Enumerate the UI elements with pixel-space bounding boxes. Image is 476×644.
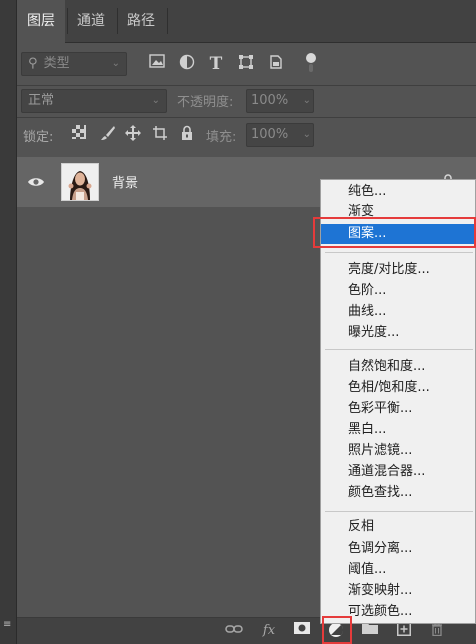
shape-filter-icon[interactable]	[236, 54, 256, 74]
menu-divider	[325, 349, 473, 350]
menu-item-gradient-map[interactable]: 渐变映射...	[321, 581, 475, 601]
layer-style-fx-icon[interactable]: fx	[259, 622, 279, 640]
new-group-folder-icon[interactable]	[360, 622, 380, 640]
opacity-label: 不透明度:	[177, 95, 234, 110]
menu-item-invert[interactable]: 反相	[321, 517, 475, 537]
delete-layer-trash-icon[interactable]	[427, 622, 447, 640]
filter-kind-select[interactable]: ⚲ 类型 ⌄	[21, 52, 127, 76]
lock-position-icon[interactable]	[123, 125, 143, 145]
chevron-down-icon: ⌄	[111, 58, 120, 69]
menu-divider	[325, 252, 473, 253]
layer-thumbnail	[61, 163, 99, 201]
image-filter-icon[interactable]	[147, 54, 167, 74]
lock-label: 锁定:	[23, 130, 54, 145]
new-layer-icon[interactable]	[394, 622, 414, 640]
annotation-highlight-pattern	[313, 217, 476, 248]
menu-item-threshold[interactable]: 阈值...	[321, 560, 475, 580]
lock-transparent-pixels-icon[interactable]	[69, 125, 89, 145]
add-mask-icon[interactable]	[292, 622, 312, 640]
lock-image-pixels-icon[interactable]	[98, 125, 118, 145]
menu-item-hue-saturation[interactable]: 色相/饱和度...	[321, 378, 475, 398]
filter-toggle-icon[interactable]	[301, 52, 321, 72]
visibility-eye-icon[interactable]	[27, 174, 45, 190]
menu-item-black-white[interactable]: 黑白...	[321, 420, 475, 440]
menu-item-posterize[interactable]: 色调分离...	[321, 539, 475, 559]
menu-item-vibrance[interactable]: 自然饱和度...	[321, 357, 475, 377]
menu-item-color-balance[interactable]: 色彩平衡...	[321, 399, 475, 419]
menu-icon[interactable]: ≡	[3, 619, 11, 630]
adjustment-filter-icon[interactable]	[177, 54, 197, 74]
chevron-down-icon: ⌄	[151, 95, 160, 106]
tab-divider	[167, 8, 168, 34]
link-layers-icon[interactable]	[224, 622, 244, 640]
lock-artboard-icon[interactable]	[150, 125, 170, 145]
type-filter-icon[interactable]: T	[206, 54, 226, 74]
menu-divider	[325, 511, 473, 512]
menu-item-curves[interactable]: 曲线...	[321, 302, 475, 322]
tab-layers[interactable]: 图层	[17, 0, 65, 44]
tab-paths[interactable]: 路径	[117, 0, 165, 43]
opacity-input[interactable]: 100% ⌄	[246, 89, 314, 113]
fill-label: 填充:	[206, 130, 237, 145]
chevron-down-icon: ⌄	[302, 129, 311, 140]
search-icon: ⚲	[28, 56, 38, 71]
filter-row: ⚲ 类型 ⌄ T	[17, 43, 476, 85]
filter-kind-label: 类型	[43, 56, 70, 71]
menu-item-channel-mixer[interactable]: 通道混合器...	[321, 462, 475, 482]
tab-channels[interactable]: 通道	[67, 0, 115, 43]
menu-item-levels[interactable]: 色阶...	[321, 281, 475, 301]
left-dock-strip: ≡	[0, 0, 17, 644]
menu-item-photo-filter[interactable]: 照片滤镜...	[321, 441, 475, 461]
chevron-down-icon: ⌄	[302, 95, 311, 106]
menu-item-exposure[interactable]: 曝光度...	[321, 323, 475, 343]
menu-item-brightness-contrast[interactable]: 亮度/对比度...	[321, 260, 475, 280]
smart-object-filter-icon[interactable]	[266, 54, 286, 74]
blend-mode-select[interactable]: 正常 ⌄	[21, 89, 167, 113]
panel-tabbar: 图层 通道 路径	[17, 0, 476, 44]
blend-row: 正常 ⌄ 不透明度: 100% ⌄	[17, 86, 476, 116]
menu-item-solid-color[interactable]: 纯色...	[321, 182, 475, 202]
lock-all-icon[interactable]	[177, 125, 197, 145]
menu-item-color-lookup[interactable]: 颜色查找...	[321, 483, 475, 503]
annotation-highlight-adjustment-button	[322, 616, 352, 644]
layer-name: 背景	[112, 176, 139, 191]
fill-input[interactable]: 100% ⌄	[246, 123, 314, 147]
lock-row: 锁定: 填充: 100% ⌄	[17, 118, 476, 154]
